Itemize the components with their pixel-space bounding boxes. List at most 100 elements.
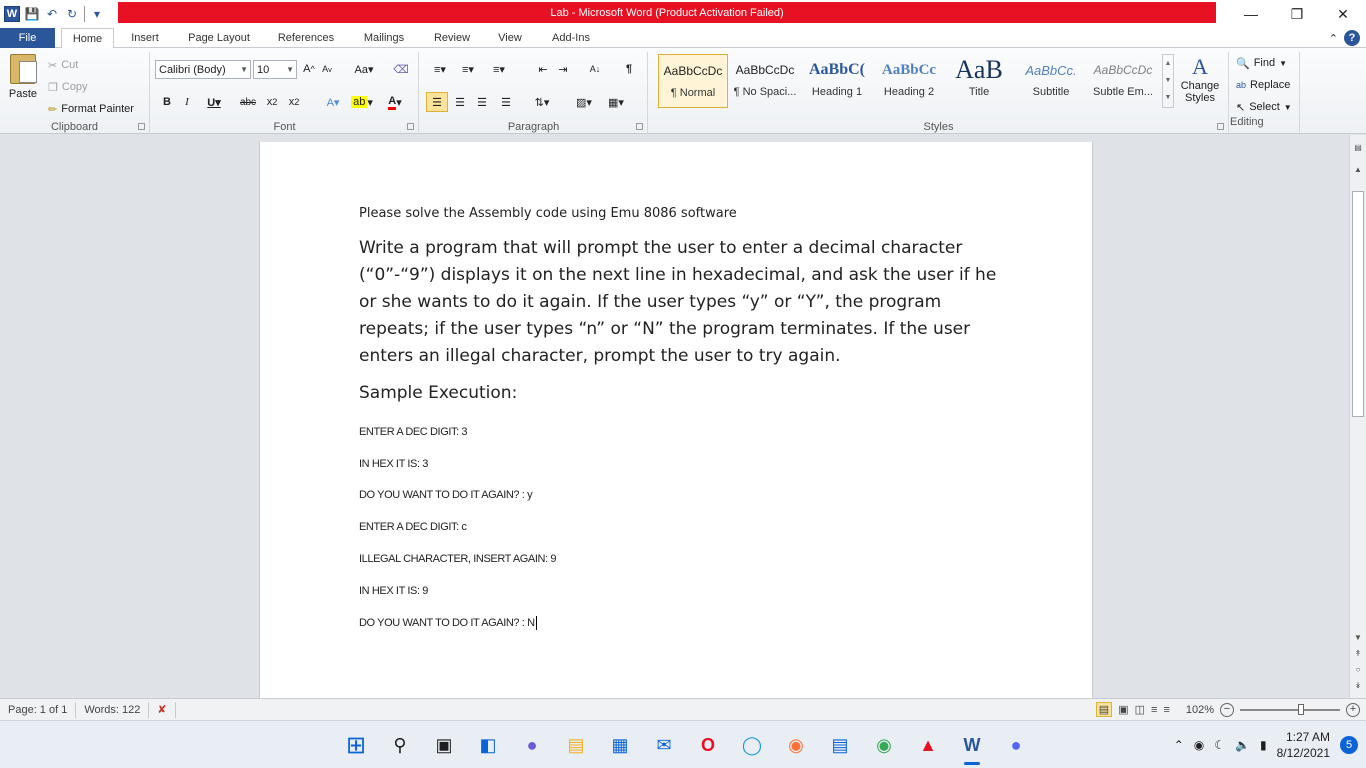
style-subtle-emphasis[interactable]: AaBbCcDc Subtle Em...	[1088, 54, 1158, 108]
battery-icon[interactable]: ▮	[1260, 738, 1267, 752]
notepad-icon[interactable]: ▤	[824, 729, 856, 761]
edge-icon[interactable]: ◯	[736, 729, 768, 761]
paragraph-launcher-icon[interactable]	[636, 123, 643, 130]
word-count[interactable]: Words: 122	[76, 701, 150, 718]
align-center-icon[interactable]: ☰	[450, 92, 470, 112]
chrome-icon[interactable]: ◉	[868, 729, 900, 761]
font-size-combo[interactable]: 10 ▼	[253, 60, 297, 79]
justify-icon[interactable]: ☰	[496, 92, 516, 112]
sample-line[interactable]: DO YOU WANT TO DO IT AGAIN? : y	[359, 489, 999, 501]
help-icon[interactable]: ?	[1344, 30, 1360, 46]
web-layout-icon[interactable]: ◫	[1135, 703, 1145, 716]
sample-line[interactable]: ENTER A DEC DIGIT: 3	[359, 426, 999, 438]
italic-icon[interactable]: I	[179, 92, 195, 112]
show-formatting-icon[interactable]: ¶	[620, 59, 638, 79]
change-case-icon[interactable]: Aa▾	[351, 59, 377, 79]
font-color-icon[interactable]: A ▾	[381, 92, 409, 112]
previous-page-icon[interactable]: ↟	[1353, 649, 1363, 658]
paste-button[interactable]: Paste	[6, 54, 40, 100]
notification-badge[interactable]: 5	[1340, 736, 1358, 754]
zoom-in-icon[interactable]: +	[1346, 702, 1360, 717]
zoom-slider-knob[interactable]	[1298, 703, 1304, 715]
page-count[interactable]: Page: 1 of 1	[0, 701, 77, 718]
sample-line[interactable]: IN HEX IT IS: 9	[359, 585, 999, 597]
scroll-thumb[interactable]	[1352, 191, 1364, 417]
vertical-scrollbar[interactable]: ▤ ▲ ▼ ↟ ○ ↡	[1349, 135, 1366, 698]
chat-icon[interactable]: ●	[516, 729, 548, 761]
word-taskbar-icon[interactable]: W	[956, 729, 988, 765]
change-styles-button[interactable]: A Change Styles	[1176, 54, 1224, 104]
shading-icon[interactable]: ▨▾	[570, 92, 598, 112]
customize-qat-icon[interactable]: ▾	[89, 7, 105, 21]
document-area[interactable]: Please solve the Assembly code using Emu…	[0, 135, 1349, 698]
style-heading-2[interactable]: AaBbCc Heading 2	[874, 54, 944, 108]
clock[interactable]: 1:27 AM 8/12/2021	[1277, 729, 1330, 761]
tab-view[interactable]: View	[488, 28, 532, 48]
styles-launcher-icon[interactable]	[1217, 123, 1224, 130]
tab-review[interactable]: Review	[424, 28, 480, 48]
style-gallery-scroll[interactable]: ▲ ▼ ▼	[1162, 54, 1174, 108]
tab-mailings[interactable]: Mailings	[352, 28, 416, 48]
redo-icon[interactable]: ↻	[64, 7, 80, 21]
increase-indent-icon[interactable]: ⇥	[554, 59, 572, 79]
outline-icon[interactable]: ≡	[1151, 704, 1157, 716]
bullets-icon[interactable]: ≡▾	[428, 59, 452, 79]
find-button[interactable]: 🔍 Find ▼	[1230, 52, 1299, 74]
bold-icon[interactable]: B	[159, 92, 175, 112]
widgets-icon[interactable]: ◧	[472, 729, 504, 761]
sort-icon[interactable]: A↓	[586, 59, 604, 79]
search-icon[interactable]: ⚲	[384, 729, 416, 761]
start-icon[interactable]: ⊞	[340, 729, 372, 761]
word-logo-icon[interactable]: W	[4, 6, 20, 22]
draft-icon[interactable]: ≡	[1163, 704, 1169, 716]
browse-object-icon[interactable]: ○	[1353, 665, 1363, 674]
strikethrough-icon[interactable]: abc	[237, 92, 259, 112]
align-right-icon[interactable]: ☰	[472, 92, 492, 112]
highlight-icon[interactable]: ab ▾	[347, 92, 377, 112]
zoom-out-icon[interactable]: −	[1220, 702, 1234, 717]
full-screen-reading-icon[interactable]: ▣	[1118, 703, 1128, 716]
style-no-spacing[interactable]: AaBbCcDc ¶ No Spaci...	[730, 54, 800, 108]
scroll-up-icon[interactable]: ▲	[1353, 165, 1363, 174]
copy-button[interactable]: ❐ Copy	[48, 76, 134, 98]
tab-file[interactable]: File	[0, 28, 55, 48]
discord-icon[interactable]: ●	[1000, 729, 1032, 761]
zoom-slider[interactable]	[1240, 703, 1340, 715]
sample-line[interactable]: ILLEGAL CHARACTER, INSERT AGAIN: 9	[359, 553, 999, 565]
clear-formatting-icon[interactable]: ⌫	[391, 59, 411, 79]
acrobat-icon[interactable]: ▲	[912, 729, 944, 761]
align-left-icon[interactable]: ☰	[426, 92, 448, 112]
multilevel-list-icon[interactable]: ≡▾	[484, 59, 514, 79]
style-heading-1[interactable]: AaBbC( Heading 1	[802, 54, 872, 108]
store-icon[interactable]: ▦	[604, 729, 636, 761]
numbering-icon[interactable]: ≡▾	[456, 59, 480, 79]
task-view-icon[interactable]: ▣	[428, 729, 460, 761]
decrease-indent-icon[interactable]: ⇤	[534, 59, 552, 79]
tab-page-layout[interactable]: Page Layout	[178, 28, 260, 48]
scroll-down-icon[interactable]: ▼	[1353, 633, 1363, 642]
text-effects-icon[interactable]: A▾	[321, 92, 345, 112]
opera-icon[interactable]: O	[692, 729, 724, 761]
tab-home[interactable]: Home	[61, 28, 114, 49]
grow-font-icon[interactable]: A ^	[301, 59, 317, 79]
replace-button[interactable]: ab Replace	[1230, 74, 1299, 96]
underline-icon[interactable]: U▾	[203, 92, 225, 112]
style-title[interactable]: AaB Title	[944, 54, 1014, 108]
superscript-icon[interactable]: x2	[285, 92, 303, 112]
minimize-icon[interactable]: —	[1228, 0, 1274, 28]
font-name-combo[interactable]: Calibri (Body) ▼	[155, 60, 251, 79]
subscript-icon[interactable]: x2	[263, 92, 281, 112]
sample-line[interactable]: ENTER A DEC DIGIT: c	[359, 521, 999, 533]
network-alert-icon[interactable]: ◉	[1194, 738, 1204, 752]
style-normal[interactable]: AaBbCcDc ¶ Normal	[658, 54, 728, 108]
borders-icon[interactable]: ▦▾	[602, 92, 630, 112]
clipboard-launcher-icon[interactable]	[138, 123, 145, 130]
style-subtitle[interactable]: AaBbCc. Subtitle	[1016, 54, 1086, 108]
tab-insert[interactable]: Insert	[120, 28, 170, 48]
proofing-icon[interactable]: ✘	[149, 701, 176, 718]
document-content[interactable]: Please solve the Assembly code using Emu…	[359, 206, 999, 630]
restore-icon[interactable]: ❐	[1274, 0, 1320, 28]
problem-paragraph[interactable]: Write a program that will prompt the use…	[359, 235, 999, 370]
font-launcher-icon[interactable]	[407, 123, 414, 130]
last-sample-line[interactable]: DO YOU WANT TO DO IT AGAIN? : N	[359, 616, 999, 630]
